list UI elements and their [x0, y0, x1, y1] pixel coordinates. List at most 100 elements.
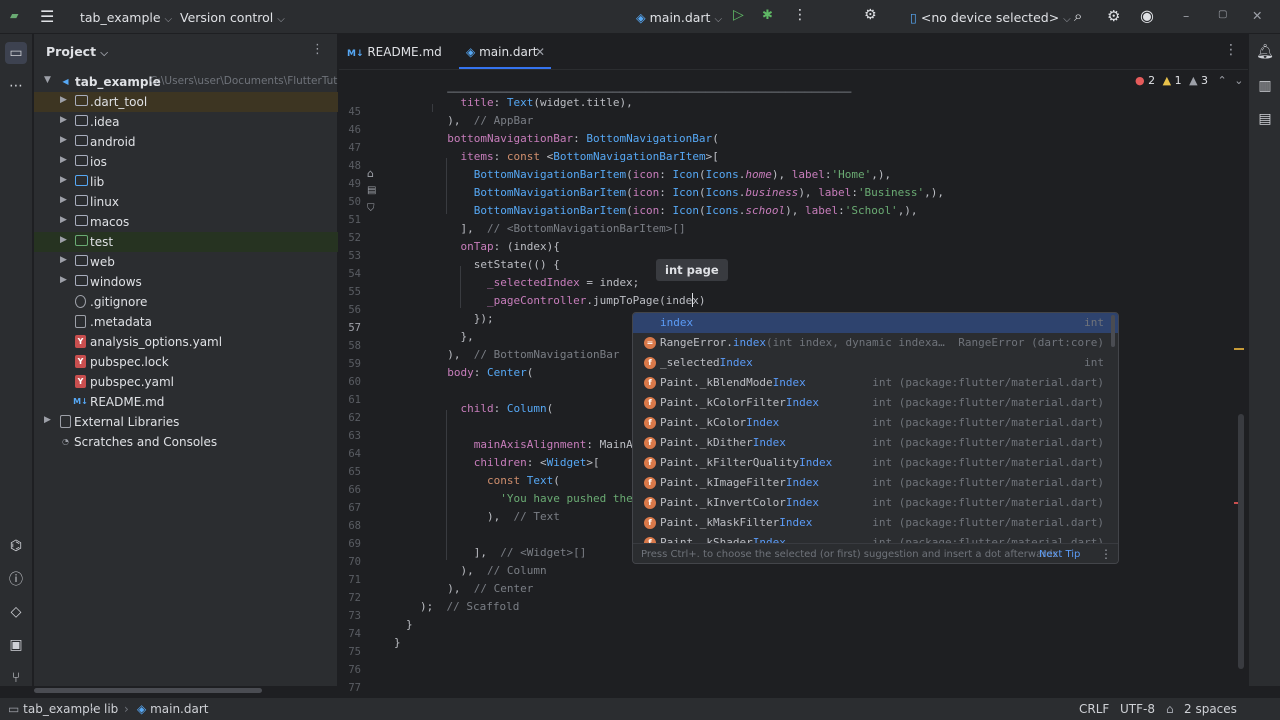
code-line-63[interactable]: child: Column(	[434, 402, 554, 415]
dart-analysis-icon[interactable]: ◇	[6, 602, 26, 622]
home-gutter-icon[interactable]: ⌂	[367, 167, 374, 180]
completion-item[interactable]: index int	[633, 313, 1118, 333]
settings-icon[interactable]: ⚙	[1107, 7, 1120, 25]
code-line-66[interactable]: children: <Widget>[	[434, 456, 600, 469]
code-line-46[interactable]: title: Text(widget.title),	[434, 96, 633, 109]
popup-options-icon[interactable]: ⋮	[1100, 547, 1112, 561]
horizontal-scrollbar[interactable]	[34, 688, 262, 693]
more-actions-icon[interactable]: ⋮	[793, 7, 807, 23]
school-gutter-icon[interactable]: ⛉	[367, 203, 375, 214]
tree-root[interactable]: ▼ ◀ tab_example C:\Users\user\Documents\…	[34, 72, 338, 92]
bug-settings-icon[interactable]: ⚙	[864, 7, 877, 23]
code-line-52[interactable]: BottomNavigationBarItem(icon: Icon(Icons…	[434, 204, 918, 217]
tree-item-ios[interactable]: ▶ ios	[34, 152, 338, 172]
tab-readme[interactable]: M↓ README.md	[347, 45, 442, 59]
completion-item[interactable]: f Paint._kMaskFilterIndex int (package:flu…	[633, 513, 1118, 533]
code-line-58[interactable]: });	[434, 312, 494, 325]
popup-scrollbar[interactable]	[1111, 315, 1115, 347]
code-line-54[interactable]: onTap: (index){	[434, 240, 560, 253]
debug-icon[interactable]: ✱	[762, 8, 773, 23]
completion-item[interactable]: f Paint._kImageFilterIndex int (package:fl…	[633, 473, 1118, 493]
code-line-53[interactable]: ], // <BottomNavigationBarItem>[]	[434, 222, 685, 235]
tree-item-web[interactable]: ▶ web	[34, 252, 338, 272]
code-line-68[interactable]: 'You have pushed the b	[434, 492, 646, 505]
notifications-icon[interactable]: 🔔︎	[1255, 42, 1275, 62]
tab-main-dart[interactable]: ◈ main.dart	[466, 45, 537, 59]
device-manager-icon[interactable]: ▥	[1255, 76, 1275, 96]
line-separator[interactable]: CRLF	[1079, 702, 1109, 716]
run-icon[interactable]: ▷	[733, 7, 744, 23]
code-line-74[interactable]: ); // Scaffold	[420, 600, 519, 613]
code-line-75[interactable]: }	[406, 618, 413, 631]
project-tool-icon[interactable]: ▭	[5, 42, 27, 64]
code-line-47[interactable]: ), // AppBar	[434, 114, 533, 127]
completion-item[interactable]: f _selectedIndex int	[633, 353, 1118, 373]
search-icon[interactable]: ⌕	[1074, 7, 1082, 25]
breadcrumb-project[interactable]: ▭ tab_example	[8, 702, 101, 716]
tree-item-scratches[interactable]: ◔ Scratches and Consoles	[34, 432, 338, 452]
git-icon[interactable]: ⑂	[6, 668, 26, 688]
close-window-button[interactable]: ✕	[1252, 8, 1262, 23]
account-icon[interactable]: ◉	[1140, 6, 1154, 25]
code-line-57[interactable]: _pageController.jumpToPage(index)	[434, 294, 706, 307]
code-line-55[interactable]: setState(() {	[434, 258, 560, 271]
more-tools-icon[interactable]: ⋯	[6, 76, 26, 96]
panel-options-icon[interactable]: ⋮	[311, 42, 324, 57]
breadcrumb-lib[interactable]: lib	[104, 702, 118, 716]
code-line-72[interactable]: ), // Column	[434, 564, 546, 577]
tree-item-gitignore[interactable]: .gitignore	[34, 292, 338, 312]
code-line-65[interactable]: mainAxisAlignment: MainAxi	[434, 438, 646, 451]
tree-item-lib[interactable]: ▶ lib	[34, 172, 338, 192]
tree-item-external-libraries[interactable]: ▶ External Libraries	[34, 412, 338, 432]
tree-item-android[interactable]: ▶ android	[34, 132, 338, 152]
warning-marker[interactable]	[1234, 348, 1244, 350]
tree-item-pubspec-yaml[interactable]: Y pubspec.yaml	[34, 372, 338, 392]
completion-item[interactable]: f Paint._kBlendModeIndex int (package:flut…	[633, 373, 1118, 393]
file-encoding[interactable]: UTF-8	[1120, 702, 1155, 716]
completion-item[interactable]: f Paint._kDitherIndex int (package:flutter…	[633, 433, 1118, 453]
device-selector[interactable]: ▯ <no device selected> ⌵	[910, 10, 1071, 25]
terminal-icon[interactable]: ▣	[6, 635, 26, 655]
code-line-67[interactable]: const Text(	[434, 474, 560, 487]
code-line-51[interactable]: BottomNavigationBarItem(icon: Icon(Icons…	[434, 186, 944, 199]
code-line-48[interactable]: bottomNavigationBar: BottomNavigationBar…	[434, 132, 719, 145]
emulator-icon[interactable]: ▤	[1255, 109, 1275, 129]
tree-item-analysis-options[interactable]: Y analysis_options.yaml	[34, 332, 338, 352]
code-line-56[interactable]: _selectedIndex = index;	[434, 276, 639, 289]
tree-item-pubspec-lock[interactable]: Y pubspec.lock	[34, 352, 338, 372]
code-line-69[interactable]: ), // Text	[434, 510, 560, 523]
code-line-49[interactable]: items: const <BottomNavigationBarItem>[	[434, 150, 719, 163]
main-menu-icon[interactable]: ☰	[40, 7, 54, 26]
project-panel-title[interactable]: Project ⌵	[46, 44, 108, 59]
completion-item[interactable]: f Paint._kColorIndex int (package:flutter/…	[633, 413, 1118, 433]
code-line-50[interactable]: BottomNavigationBarItem(icon: Icon(Icons…	[434, 168, 891, 181]
tree-item-dart-tool[interactable]: ▶ .dart_tool	[34, 92, 338, 112]
close-tab-icon[interactable]: ✕	[535, 45, 545, 59]
code-line-59[interactable]: },	[434, 330, 473, 343]
code-line-60[interactable]: ), // BottomNavigationBar	[434, 348, 619, 361]
flutter-inspector-icon[interactable]: ⌬	[6, 536, 26, 556]
code-line-76[interactable]: }	[394, 636, 401, 649]
completion-item[interactable]: f Paint._kFilterQualityIndex int (package:…	[633, 453, 1118, 473]
minimize-button[interactable]: –	[1183, 8, 1189, 23]
project-switcher[interactable]: tab_example ⌵	[80, 10, 172, 25]
tree-item-linux[interactable]: ▶ linux	[34, 192, 338, 212]
tree-item-readme[interactable]: M↓ README.md	[34, 392, 338, 412]
maximize-button[interactable]: ▢	[1218, 9, 1227, 20]
completion-item[interactable]: = RangeError.index(int index, dynamic ind…	[633, 333, 1118, 353]
tree-item-test[interactable]: ▶ test	[34, 232, 338, 252]
vertical-scrollbar[interactable]	[1238, 414, 1244, 669]
completion-item[interactable]: f Paint._kColorFilterIndex int (package:fl…	[633, 393, 1118, 413]
tree-item-windows[interactable]: ▶ windows	[34, 272, 338, 292]
tree-item-macos[interactable]: ▶ macos	[34, 212, 338, 232]
tree-item-idea[interactable]: ▶ .idea	[34, 112, 338, 132]
inspection-widget[interactable]: ● 2 ▲ 1 ▲ 3 ⌃ ⌄	[1135, 74, 1243, 87]
next-tip-link[interactable]: Next Tip	[1039, 549, 1080, 560]
code-line-71[interactable]: ], // <Widget>[]	[434, 546, 587, 559]
problems-icon[interactable]: ⓘ	[6, 569, 26, 589]
run-config-selector[interactable]: ◈ main.dart ⌵	[636, 10, 722, 25]
indent-setting[interactable]: 2 spaces	[1184, 702, 1237, 716]
tree-item-metadata[interactable]: .metadata	[34, 312, 338, 332]
readonly-icon[interactable]: ⌂	[1166, 702, 1174, 716]
vcs-menu[interactable]: Version control ⌵	[180, 10, 285, 25]
